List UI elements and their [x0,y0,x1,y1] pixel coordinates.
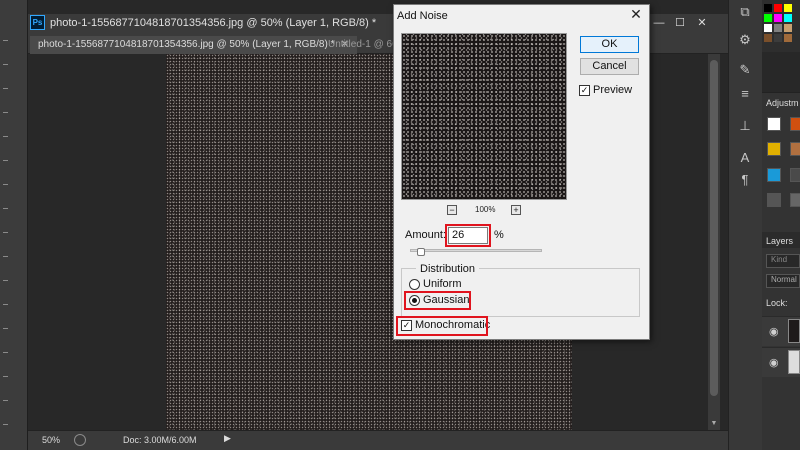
tab-layers[interactable]: Layers [766,236,793,246]
tool-icon[interactable] [3,280,8,281]
tool-icon[interactable] [3,160,8,161]
swatch[interactable] [774,4,782,12]
tool-icon[interactable] [3,232,8,233]
clone-source-icon[interactable]: ⊥ [734,118,756,136]
layer-thumbnail [788,350,800,374]
amount-label: Amount: [405,229,446,241]
swatch[interactable] [774,14,782,22]
tool-icon[interactable] [3,184,8,185]
swatch[interactable] [764,34,772,42]
highlight-amount [445,224,491,247]
tools-panel[interactable] [0,0,28,450]
swatch[interactable] [784,14,792,22]
preview-zoom-level: 100% [475,205,496,214]
eye-icon[interactable]: ◉ [769,356,779,369]
adjustment-photo-filter-icon[interactable] [767,193,781,207]
tab-adjustments[interactable]: Adjustm [766,98,799,108]
adjustment-hue-icon[interactable] [767,168,781,182]
tool-icon[interactable] [3,112,8,113]
adjustment-curves-icon[interactable] [790,142,800,156]
swatch[interactable] [774,34,782,42]
adjustment-none-icon[interactable] [767,117,781,131]
brush-settings-icon[interactable]: ≡ [734,86,756,104]
tool-icon[interactable] [3,88,8,89]
swatch[interactable] [784,24,792,32]
history-icon[interactable]: ⧉ [734,4,756,22]
zoom-out-icon[interactable]: − [447,205,457,215]
blend-mode-select[interactable]: Normal [766,274,800,288]
tool-icon[interactable] [3,208,8,209]
zoom-in-icon[interactable]: + [511,205,521,215]
tab-label: photo-1-1556877104818701354356.jpg @ 50%… [38,39,335,50]
distribution-label: Distribution [416,263,480,275]
doc-size-status: Doc: 3.00M/6.00M [123,435,197,445]
cancel-button[interactable]: Cancel [580,58,639,75]
photoshop-logo: Ps [30,15,45,30]
dialog-title: Add Noise [397,10,448,22]
tool-icon[interactable] [3,64,8,65]
preview-label: Preview [593,84,633,96]
tool-icon[interactable] [3,400,8,401]
highlight-gaussian [404,291,471,310]
swatch[interactable] [764,24,772,32]
ok-button[interactable]: OK [580,36,639,53]
tool-icon[interactable] [3,256,8,257]
zoom-level[interactable]: 50% [42,435,60,445]
adjustment-brightness-icon[interactable] [790,117,800,131]
swatch[interactable] [784,34,792,42]
eye-icon[interactable]: ◉ [769,325,779,338]
tool-icon[interactable] [3,136,8,137]
swatch[interactable] [764,14,772,22]
scrollbar-thumb[interactable] [710,60,718,396]
noise-preview[interactable] [401,33,567,200]
uniform-radio[interactable] [409,279,420,290]
paragraph-icon[interactable]: ¶ [734,172,756,190]
tool-icon[interactable] [3,424,8,425]
amount-unit: % [494,229,504,241]
properties-icon[interactable]: ⚙ [734,32,756,50]
tool-icon[interactable] [3,40,8,41]
swatch[interactable] [774,24,782,32]
preview-checkbox[interactable]: ✓ [579,85,590,96]
lock-label: Lock: [766,298,788,308]
tool-icon[interactable] [3,376,8,377]
tool-icon[interactable] [3,304,8,305]
layer-thumbnail [788,319,800,343]
amount-slider-thumb[interactable] [416,248,425,256]
brush-icon[interactable]: ✎ [734,62,756,80]
swatch[interactable] [764,4,772,12]
document-window-title: photo-1-1556877104818701354356.jpg @ 50%… [50,17,377,29]
adjustment-bw-icon[interactable] [790,168,800,182]
amount-slider[interactable] [410,249,542,252]
adjustment-levels-icon[interactable] [767,142,781,156]
minimize-button[interactable]: — [652,16,666,30]
maximize-button[interactable]: ☐ [673,16,687,30]
tool-icon[interactable] [3,328,8,329]
layer-filter-kind[interactable]: Kind [766,254,800,268]
tool-icon[interactable] [3,352,8,353]
highlight-monochromatic [396,316,488,336]
dialog-close-icon[interactable]: ✕ [628,6,644,22]
uniform-label[interactable]: Uniform [423,278,462,290]
tab-photo-document[interactable]: photo-1-1556877104818701354356.jpg @ 50%… [30,36,357,54]
status-menu-arrow-icon[interactable]: ▶ [224,433,231,444]
close-window-button[interactable]: ✕ [695,16,709,30]
character-icon[interactable]: A [734,150,756,168]
adjustment-channel-icon[interactable] [790,193,800,207]
status-info-icon[interactable] [74,434,86,446]
swatch[interactable] [784,4,792,12]
